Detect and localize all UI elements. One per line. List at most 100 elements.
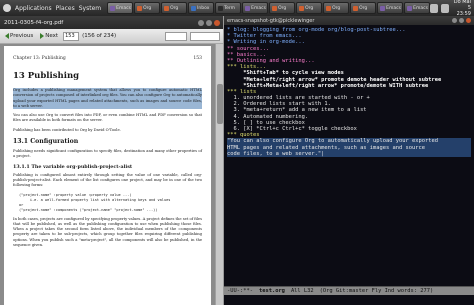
taskbar-button-label: Org xyxy=(278,5,287,11)
taskbar-button-label: Inbox xyxy=(197,5,210,11)
taskbar-button[interactable]: Org xyxy=(269,2,296,14)
running-header-page: 153 xyxy=(193,56,202,61)
taskbar-button[interactable]: Org xyxy=(350,2,377,14)
previous-button[interactable]: Previous xyxy=(3,31,35,42)
gnome-foot-icon[interactable] xyxy=(3,4,11,12)
page-count: (156 of 234) xyxy=(82,33,117,39)
app-icon xyxy=(245,5,251,11)
chapter-heading: 13 Publishing xyxy=(13,71,80,81)
next-label: Next xyxy=(45,33,59,39)
modeline-modes: (Org Git:master Fly Ind words: 277) xyxy=(319,288,434,294)
mode-line: -UU-:**- test.org All L32 (Org Git:maste… xyxy=(224,286,474,295)
code-example: ("project-name" :property value :propert… xyxy=(19,192,171,212)
network-icon[interactable] xyxy=(430,3,438,13)
buffer-line: code files, to a web server."| xyxy=(227,150,471,157)
clock-date: Do Mai 5 xyxy=(453,0,471,11)
modeline-status: -UU-:**- xyxy=(227,288,253,294)
taskbar-button-label: Term xyxy=(224,5,236,11)
minibuffer[interactable] xyxy=(224,295,474,305)
app-icon xyxy=(191,5,197,11)
maximize-icon[interactable] xyxy=(206,19,212,26)
app-icon xyxy=(299,5,305,11)
paragraph-alist: Publishing is configured almost entirely… xyxy=(13,172,202,188)
volume-icon[interactable] xyxy=(440,3,449,13)
system-tray: Do Mai 5 23:59 xyxy=(430,0,474,17)
emacs-title: emacs-snapshot-gtk@picklewinger xyxy=(227,17,315,24)
paragraph-pdf: You can also use Org to convert files in… xyxy=(13,113,202,123)
app-icon xyxy=(326,5,332,11)
taskbar-button[interactable]: Emacs xyxy=(404,2,431,14)
next-button[interactable]: Next xyxy=(38,31,60,42)
modeline-position: All L32 xyxy=(290,288,314,294)
viewer-window-buttons xyxy=(198,19,223,26)
maximize-icon[interactable] xyxy=(459,18,464,23)
top-panel: Applications Places System Emacs Org Org In… xyxy=(0,0,474,17)
viewer-title: 2011-0305-f4-org.pdf xyxy=(4,19,64,26)
running-header: Chapter 13: Publishing 153 xyxy=(13,56,202,61)
emacs-window: emacs-snapshot-gtk@picklewinger * blog: … xyxy=(224,16,474,305)
app-icon xyxy=(218,5,224,11)
viewer-scroll-thumb[interactable] xyxy=(217,84,223,124)
taskbar-button-label: Emacs xyxy=(386,5,401,11)
arrow-left-icon xyxy=(5,33,9,39)
page-number-input[interactable]: 153 xyxy=(63,31,80,41)
minimize-icon[interactable] xyxy=(452,18,457,23)
document-area[interactable]: Chapter 13: Publishing 153 13 Publishing… xyxy=(0,44,223,305)
viewer-toolbar: Previous Next 153 (156 of 234) xyxy=(0,29,223,44)
taskbar-button-label: Org xyxy=(359,5,368,11)
previous-label: Previous xyxy=(10,33,34,39)
viewer-titlebar[interactable]: 2011-0305-f4-org.pdf xyxy=(0,16,223,29)
close-icon[interactable] xyxy=(466,18,471,23)
taskbar-button-label: Emacs xyxy=(413,5,428,11)
app-icon xyxy=(164,5,170,11)
find-input[interactable] xyxy=(190,31,220,41)
system-menu[interactable]: System xyxy=(79,5,101,12)
taskbar: Emacs Org Org Inbox Term Emacs Org Org Org Org Ema… xyxy=(107,2,431,14)
zoom-select[interactable] xyxy=(165,31,187,41)
panel-menu: Applications Places System xyxy=(0,0,101,16)
emacs-window-buttons xyxy=(452,18,474,23)
taskbar-button-label: Org xyxy=(332,5,341,11)
taskbar-button[interactable]: Emacs xyxy=(377,2,404,14)
taskbar-button[interactable]: Emacs xyxy=(107,2,134,14)
taskbar-button[interactable]: Term xyxy=(215,2,242,14)
applications-menu[interactable]: Applications xyxy=(15,5,52,12)
taskbar-button[interactable]: Org xyxy=(323,2,350,14)
taskbar-button-label: Org xyxy=(305,5,314,11)
subsection-heading: 13.1.1 The variable org-publish-project-… xyxy=(13,163,133,170)
arrow-right-icon xyxy=(40,33,45,39)
taskbar-button-label: Emacs xyxy=(251,5,266,11)
app-icon xyxy=(272,5,278,11)
pdf-viewer-window: 2011-0305-f4-org.pdf Previous Next 153 (… xyxy=(0,16,224,305)
taskbar-button-label: Emacs xyxy=(116,5,131,11)
close-icon[interactable] xyxy=(214,19,220,26)
buffer-line: *Meta+left/right arrow* promote demote h… xyxy=(227,76,442,83)
clock[interactable]: Do Mai 5 23:59 xyxy=(452,0,471,17)
taskbar-button[interactable]: Org xyxy=(161,2,188,14)
emacs-titlebar[interactable]: emacs-snapshot-gtk@picklewinger xyxy=(224,16,474,25)
minimize-icon[interactable] xyxy=(198,19,204,26)
taskbar-button[interactable]: Org xyxy=(134,2,161,14)
app-icon xyxy=(380,5,386,11)
paragraph-config: Publishing needs significant configurati… xyxy=(13,149,202,159)
viewer-scrollbar[interactable] xyxy=(215,44,223,305)
taskbar-button[interactable]: Inbox xyxy=(188,2,215,14)
buffer-line: "You can also configure Org to automatic… xyxy=(227,138,471,145)
section-heading: 13.1 Configuration xyxy=(13,138,79,146)
emacs-buffer[interactable]: * blog: blogging from org-mode org/blog-… xyxy=(224,25,474,286)
app-icon xyxy=(353,5,359,11)
paragraph-credit: Publishing has been contributed to Org b… xyxy=(13,127,121,132)
taskbar-button-label: Org xyxy=(143,5,152,11)
app-icon xyxy=(137,5,143,11)
running-header-chapter: Chapter 13: Publishing xyxy=(13,56,66,61)
app-icon xyxy=(407,5,413,11)
app-icon xyxy=(110,5,116,11)
taskbar-button[interactable]: Org xyxy=(296,2,323,14)
places-menu[interactable]: Places xyxy=(56,5,75,12)
taskbar-button-label: Org xyxy=(170,5,179,11)
paragraph-intro: Org includes a publishing management sys… xyxy=(13,88,202,110)
paragraph-projects: In both cases, projects are configured b… xyxy=(13,216,202,248)
taskbar-button[interactable]: Emacs xyxy=(242,2,269,14)
pdf-page: Chapter 13: Publishing 153 13 Publishing… xyxy=(4,46,211,305)
modeline-buffer-name: test.org xyxy=(258,288,285,294)
